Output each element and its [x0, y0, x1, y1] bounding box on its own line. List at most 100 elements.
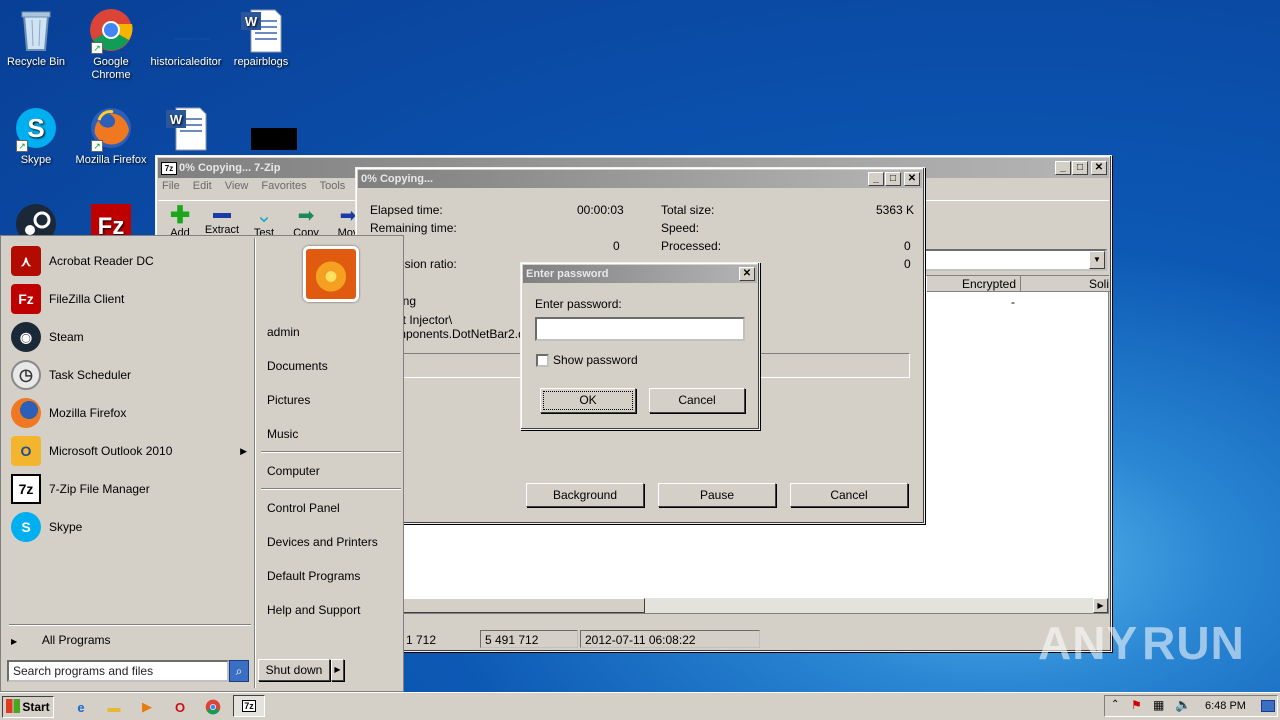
- desktop-icon-repairblogs[interactable]: W repairblogs: [223, 6, 299, 69]
- toolbar-copy-button[interactable]: ➡ Copy: [290, 205, 322, 239]
- menu-file[interactable]: File: [162, 180, 180, 198]
- column-header-solid[interactable]: Soli: [1025, 276, 1109, 292]
- desktop-icon-skype[interactable]: S ↗ Skype: [0, 104, 74, 167]
- menu-edit[interactable]: Edit: [193, 180, 212, 198]
- row-encrypted-value: -: [1011, 295, 1015, 309]
- desktop-icon-google-chrome[interactable]: ↗ Google Chrome: [73, 6, 149, 82]
- shutdown-label: Shut down: [265, 663, 323, 677]
- toolbar-add-button[interactable]: ✚ Add: [164, 204, 196, 240]
- all-programs-button[interactable]: ▶ All Programs: [11, 633, 111, 647]
- start-item-task-scheduler[interactable]: ◷ Task Scheduler: [11, 358, 131, 392]
- all-programs-arrow-icon: ▶: [11, 637, 18, 646]
- explorer-folder-icon[interactable]: ▬: [103, 697, 125, 717]
- start-right-default-programs[interactable]: Default Programs: [267, 569, 360, 583]
- start-item-steam[interactable]: ◉ Steam: [11, 320, 84, 354]
- show-hidden-icons-icon[interactable]: ⌃: [1111, 699, 1119, 710]
- total-size-label: Total size:: [661, 203, 715, 217]
- start-button[interactable]: Start: [2, 696, 54, 718]
- word-document-icon: W: [237, 6, 285, 54]
- 7zip-icon: 7z: [11, 474, 41, 504]
- start-item-7zip[interactable]: 7z 7-Zip File Manager: [11, 472, 150, 506]
- chevron-down-icon[interactable]: ▼: [1089, 251, 1105, 269]
- svg-text:W: W: [170, 112, 183, 127]
- 7zip-icon: 7z: [242, 700, 256, 712]
- elapsed-time-value: 00:00:03: [577, 203, 624, 217]
- total-size-value: 5363 K: [876, 203, 915, 217]
- desktop-icon-word-document[interactable]: W: [148, 104, 224, 154]
- 7zip-menu-bar: File Edit View Favorites Tools H: [162, 180, 366, 198]
- password-titlebar[interactable]: Enter password ✕: [523, 265, 757, 283]
- windows-logo-icon: [6, 699, 21, 713]
- outlook-icon: O: [11, 436, 41, 466]
- svg-text:W: W: [245, 14, 258, 29]
- search-icon[interactable]: ⌕: [229, 660, 249, 682]
- shutdown-button[interactable]: Shut down: [258, 659, 330, 681]
- volume-icon[interactable]: 🔈: [1175, 697, 1191, 713]
- start-right-pictures[interactable]: Pictures: [267, 393, 310, 407]
- clock[interactable]: 6:48 PM: [1205, 700, 1246, 712]
- start-item-firefox[interactable]: Mozilla Firefox: [11, 396, 126, 430]
- taskbar: Start: [0, 692, 1280, 720]
- desktop-icon-mozilla-firefox[interactable]: ↗ Mozilla Firefox: [73, 104, 149, 167]
- opera-icon[interactable]: O: [169, 697, 191, 717]
- menu-tools[interactable]: Tools: [320, 180, 346, 198]
- user-picture-avatar[interactable]: [303, 246, 359, 302]
- show-desktop-icon[interactable]: [1261, 700, 1275, 712]
- all-programs-label: All Programs: [41, 633, 111, 647]
- start-item-outlook[interactable]: O Microsoft Outlook 2010 ▶: [11, 434, 247, 468]
- start-right-admin[interactable]: admin: [267, 325, 300, 339]
- processed-label: Processed:: [661, 239, 722, 253]
- start-right-computer[interactable]: Computer: [267, 464, 320, 478]
- column-header-encrypted[interactable]: Encrypted: [929, 276, 1021, 292]
- acrobat-icon: ⋏: [11, 246, 41, 276]
- action-center-icon[interactable]: ⚑: [1131, 698, 1142, 712]
- desktop-icon-black-file[interactable]: [223, 104, 299, 154]
- start-menu: ⋏ Acrobat Reader DC Fz FileZilla Client …: [0, 235, 404, 692]
- start-right-music[interactable]: Music: [267, 427, 298, 441]
- minimize-button[interactable]: _: [1055, 161, 1071, 175]
- network-icon[interactable]: ▦: [1153, 698, 1164, 712]
- start-right-help-support[interactable]: Help and Support: [267, 603, 360, 617]
- desktop-icon-label: Mozilla Firefox: [75, 154, 147, 166]
- start-right-documents[interactable]: Documents: [267, 359, 328, 373]
- background-button[interactable]: Background: [526, 483, 644, 507]
- media-player-icon[interactable]: ▶: [136, 697, 158, 717]
- 7zip-taskbar-button[interactable]: 7z: [233, 695, 265, 717]
- shutdown-options-button[interactable]: ▶: [331, 659, 344, 681]
- filezilla-icon: Fz: [11, 284, 41, 314]
- address-combo[interactable]: ▼: [924, 249, 1107, 271]
- ie-icon[interactable]: e: [70, 697, 92, 717]
- start-right-devices-printers[interactable]: Devices and Printers: [267, 535, 378, 549]
- blank-file-icon: [162, 6, 210, 54]
- start-item-filezilla[interactable]: Fz FileZilla Client: [11, 282, 124, 316]
- start-item-skype[interactable]: S Skype: [11, 510, 82, 544]
- chrome-icon[interactable]: [202, 697, 224, 717]
- pause-button[interactable]: Pause: [658, 483, 776, 507]
- menu-view[interactable]: View: [225, 180, 249, 198]
- desktop-icon-historicaleditor[interactable]: historicaleditor: [148, 6, 224, 69]
- desktop-icon-label: repairblogs: [233, 56, 289, 68]
- recycle-bin-icon: [12, 6, 60, 54]
- password-input[interactable]: [535, 317, 745, 341]
- start-right-separator: [261, 488, 401, 490]
- desktop-icon-recycle-bin[interactable]: Recycle Bin: [0, 6, 74, 69]
- start-item-acrobat-reader[interactable]: ⋏ Acrobat Reader DC: [11, 244, 154, 278]
- maximize-button[interactable]: □: [1072, 161, 1088, 175]
- show-password-label[interactable]: Show password: [553, 353, 638, 367]
- ok-button[interactable]: OK: [540, 388, 636, 413]
- toolbar-extract-button[interactable]: Extract: [202, 205, 242, 236]
- maximize-button[interactable]: □: [885, 172, 901, 186]
- start-right-control-panel[interactable]: Control Panel: [267, 501, 340, 515]
- toolbar-test-button[interactable]: ⌄ Test: [248, 205, 280, 239]
- show-password-checkbox[interactable]: [536, 354, 549, 367]
- close-button[interactable]: ✕: [904, 172, 920, 186]
- minimize-button[interactable]: _: [868, 172, 884, 186]
- close-button[interactable]: ✕: [739, 267, 755, 281]
- password-prompt-label: Enter password:: [535, 297, 622, 311]
- progress-titlebar[interactable]: 0% Copying... _ □ ✕: [358, 170, 922, 188]
- progress-cancel-button[interactable]: Cancel: [790, 483, 908, 507]
- password-cancel-button[interactable]: Cancel: [649, 388, 745, 413]
- start-search-input[interactable]: Search programs and files: [7, 660, 229, 682]
- close-button[interactable]: ✕: [1091, 161, 1107, 175]
- menu-favorites[interactable]: Favorites: [261, 180, 306, 198]
